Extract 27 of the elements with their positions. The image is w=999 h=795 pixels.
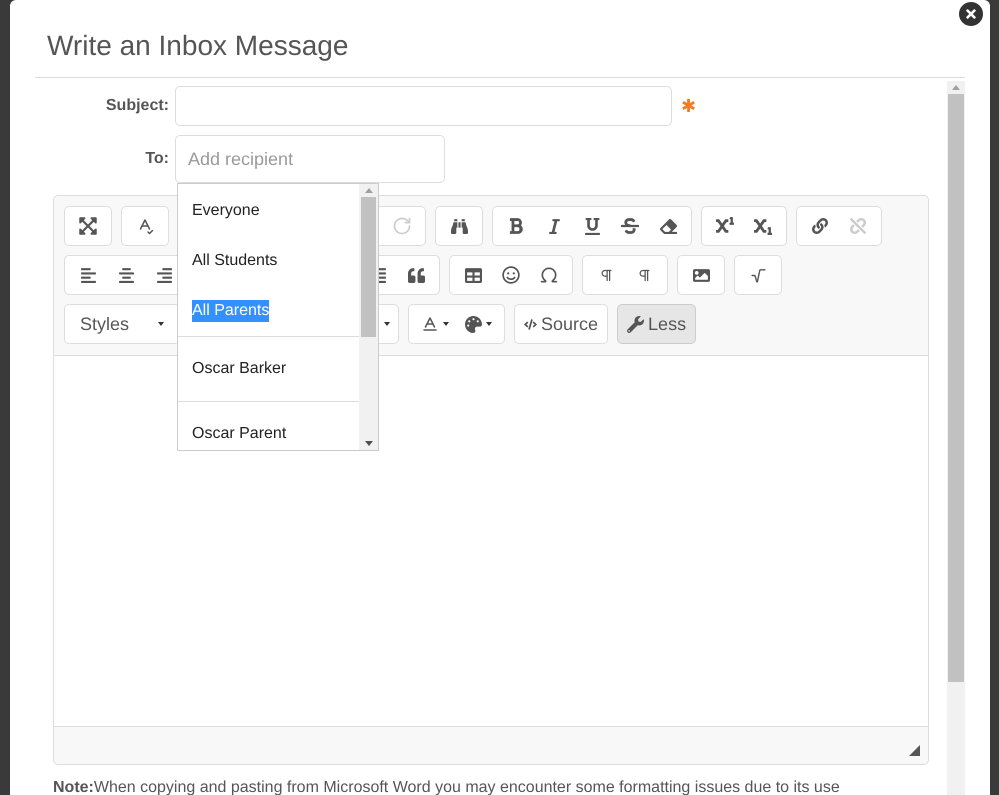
palette-icon [465,316,482,332]
caret-icon [158,322,164,326]
dialog-title: Write an Inbox Message [47,29,348,63]
close-icon [964,7,978,21]
recipient-option[interactable]: Oscar Parent [192,423,286,445]
code-icon [524,318,537,330]
caret-icon [443,322,449,326]
recipient-option[interactable]: Everyone [192,200,260,222]
scrollbar[interactable] [359,184,378,450]
subject-field[interactable] [175,86,672,126]
caret-icon [486,322,492,326]
styles-dropdown[interactable]: Styles [64,304,180,344]
source-button[interactable]: Source [514,304,608,344]
less-button[interactable]: Less [617,304,696,344]
required-mark: ✱ [681,94,696,118]
scroll-down-icon[interactable] [364,441,372,446]
recipient-option[interactable]: All Students [192,250,278,272]
caret-icon [384,322,390,326]
note-text: Note:When copying and pasting from Microsoft Word you may encounter some formatting issues due to its use [53,778,841,795]
wrench-icon [627,316,644,332]
to-label: To: [144,149,170,169]
subject-label: Subject: [104,96,170,116]
text-color-icon [421,315,439,333]
recipient-field[interactable]: Add recipient [175,135,445,183]
resize-handle-icon[interactable] [909,745,920,756]
recipient-option[interactable]: Oscar Barker [192,358,286,380]
scrollbar[interactable] [947,81,965,795]
